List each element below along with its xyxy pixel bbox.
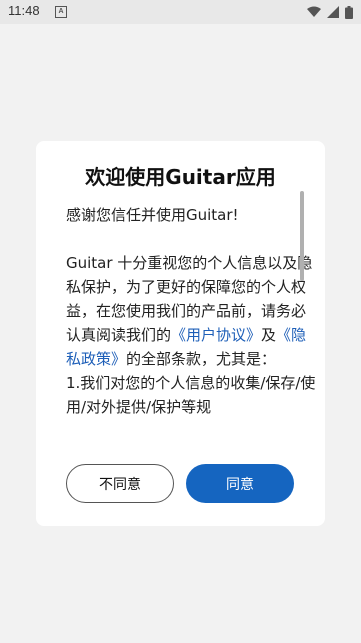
agree-button[interactable]: 同意 (186, 464, 294, 503)
signal-icon (327, 6, 339, 18)
system-icons (307, 4, 353, 20)
privacy-dialog: 欢迎使用Guitar应用 感谢您信任并使用Guitar! Guitar 十分重视… (36, 141, 325, 526)
user-agreement-link[interactable]: 《用户协议》 (171, 326, 261, 344)
policy-paragraph: Guitar 十分重视您的个人信息以及隐私保护，为了更好的保障您的个人权益，在您… (66, 251, 318, 371)
dialog-body[interactable]: 感谢您信任并使用Guitar! Guitar 十分重视您的个人信息以及隐私保护，… (66, 203, 318, 443)
greeting-text: 感谢您信任并使用Guitar! (66, 206, 239, 224)
dialog-scrollbar[interactable] (300, 191, 304, 281)
and-text: 及 (261, 326, 277, 344)
disagree-button[interactable]: 不同意 (66, 464, 174, 503)
battery-icon (345, 5, 353, 19)
paragraph-suffix: 的全部条款，尤其是： (126, 350, 277, 368)
dialog-title: 欢迎使用Guitar应用 (85, 165, 276, 189)
status-time: 11:48 (8, 3, 40, 18)
clause-item: 1.我们对您的个人信息的收集/保存/使用/对外提供/保护等规 (66, 374, 316, 416)
status-bar: 11:48 A (0, 0, 361, 24)
notification-icon: A (55, 6, 67, 18)
wifi-icon (307, 6, 321, 17)
